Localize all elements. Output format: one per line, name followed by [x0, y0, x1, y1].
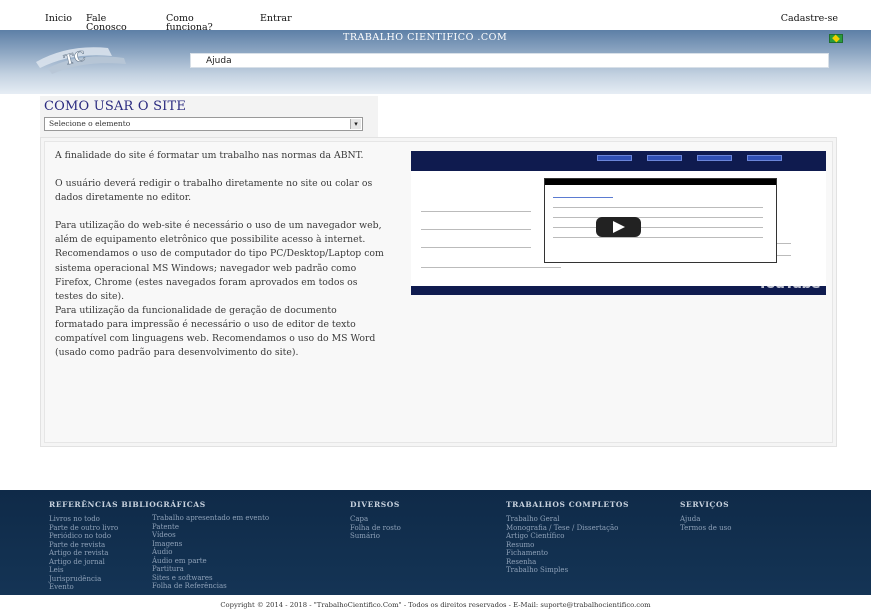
play-button-icon[interactable] [596, 217, 641, 237]
footer-link[interactable]: Sumário [350, 532, 401, 541]
footer-heading: TRABALHOS COMPLETOS [506, 500, 630, 509]
footer-link[interactable]: Monografia / Tese / Dissertação [506, 524, 629, 533]
site-logo-icon[interactable]: TC [28, 38, 138, 82]
footer-link[interactable]: Ajuda [680, 515, 731, 524]
video-screenshot-modal [544, 178, 777, 263]
footer-list: Trabalho apresentado em evento Patente V… [152, 514, 269, 591]
footer-link[interactable]: Fichamento [506, 549, 629, 558]
footer-link[interactable]: Trabalho Geral [506, 515, 629, 524]
footer-link[interactable]: Áudio [152, 548, 269, 557]
help-content-inner: A finalidade do site é formatar um traba… [44, 141, 833, 443]
element-select-value: Selecione o elemento [49, 119, 131, 128]
site-title: TRABALHO CIENTIFICO .COM [343, 32, 508, 43]
footer-column-referencias-2: Trabalho apresentado em evento Patente V… [152, 514, 269, 591]
help-bar-label: Ajuda [206, 56, 232, 66]
site-footer: REFERÊNCIAS BIBLIOGRÁFICAS Livros no tod… [0, 490, 871, 595]
footer-heading: DIVERSOS [350, 500, 400, 509]
page-title: COMO USAR O SITE [44, 99, 187, 114]
footer-column-trabalhos: TRABALHOS COMPLETOS Trabalho Geral Monog… [506, 500, 629, 575]
nav-link-entrar[interactable]: Entrar [260, 14, 292, 24]
chevron-down-icon[interactable]: ▾ [350, 119, 361, 129]
footer-link[interactable]: Termos de uso [680, 524, 731, 533]
footer-column-diversos: DIVERSOS Capa Folha de rosto Sumário [350, 500, 401, 541]
footer-link[interactable]: Vídeos [152, 531, 269, 540]
footer-link[interactable]: Partitura [152, 565, 269, 574]
footer-heading: REFERÊNCIAS BIBLIOGRÁFICAS [49, 500, 206, 509]
footer-list: Capa Folha de rosto Sumário [350, 515, 401, 541]
nav-link-inicio[interactable]: Inicio [45, 14, 72, 24]
footer-link[interactable]: Patente [152, 523, 269, 532]
footer-list: Ajuda Termos de uso [680, 515, 731, 532]
help-content-panel: A finalidade do site é formatar um traba… [40, 137, 837, 447]
brazil-flag-icon[interactable] [829, 34, 843, 43]
element-select[interactable]: Selecione o elemento ▾ [44, 117, 363, 131]
help-paragraph: O usuário deverá redigir o trabalho dire… [55, 178, 373, 204]
footer-link[interactable]: Capa [350, 515, 401, 524]
footer-column-servicos: SERVIÇOS Ajuda Termos de uso [680, 500, 731, 532]
top-nav: Inicio Fale Conosco Como funciona? Entra… [0, 0, 871, 32]
footer-link[interactable]: Folha de rosto [350, 524, 401, 533]
footer-link[interactable]: Resenha [506, 558, 629, 567]
footer-link[interactable]: Folha de Referências [152, 582, 269, 591]
help-paragraph: Para utilização da funcionalidade de ger… [55, 304, 376, 359]
copyright-text: Copyright © 2014 - 2018 - "TrabalhoCient… [220, 601, 651, 609]
help-paragraph: Para utilização do web-site é necessário… [55, 220, 384, 302]
footer-heading: SERVIÇOS [680, 500, 730, 509]
footer-link[interactable]: Trabalho apresentado em evento [152, 514, 269, 523]
help-paragraph: A finalidade do site é formatar um traba… [55, 150, 364, 161]
footer-link[interactable]: Artigo Científico [506, 532, 629, 541]
nav-link-cadastre-se[interactable]: Cadastre-se [781, 14, 838, 24]
youtube-logo[interactable]: YouTube [758, 276, 821, 292]
footer-link[interactable]: Imagens [152, 540, 269, 549]
footer-list: Trabalho Geral Monografia / Tese / Disse… [506, 515, 629, 575]
footer-link[interactable]: Resumo [506, 541, 629, 550]
help-text: A finalidade do site é formatar um traba… [55, 149, 385, 360]
footer-link[interactable]: Sites e softwares [152, 574, 269, 583]
footer-link[interactable]: Áudio em parte [152, 557, 269, 566]
help-heading-box: COMO USAR O SITE Selecione o elemento ▾ [40, 96, 378, 138]
video-screenshot-header [411, 151, 826, 171]
site-header: TC TRABALHO CIENTIFICO .COM Ajuda [0, 30, 871, 94]
help-bar: Ajuda [190, 53, 829, 68]
footer-link[interactable]: Trabalho Simples [506, 566, 629, 575]
tutorial-video[interactable]: YouTube [411, 151, 826, 295]
